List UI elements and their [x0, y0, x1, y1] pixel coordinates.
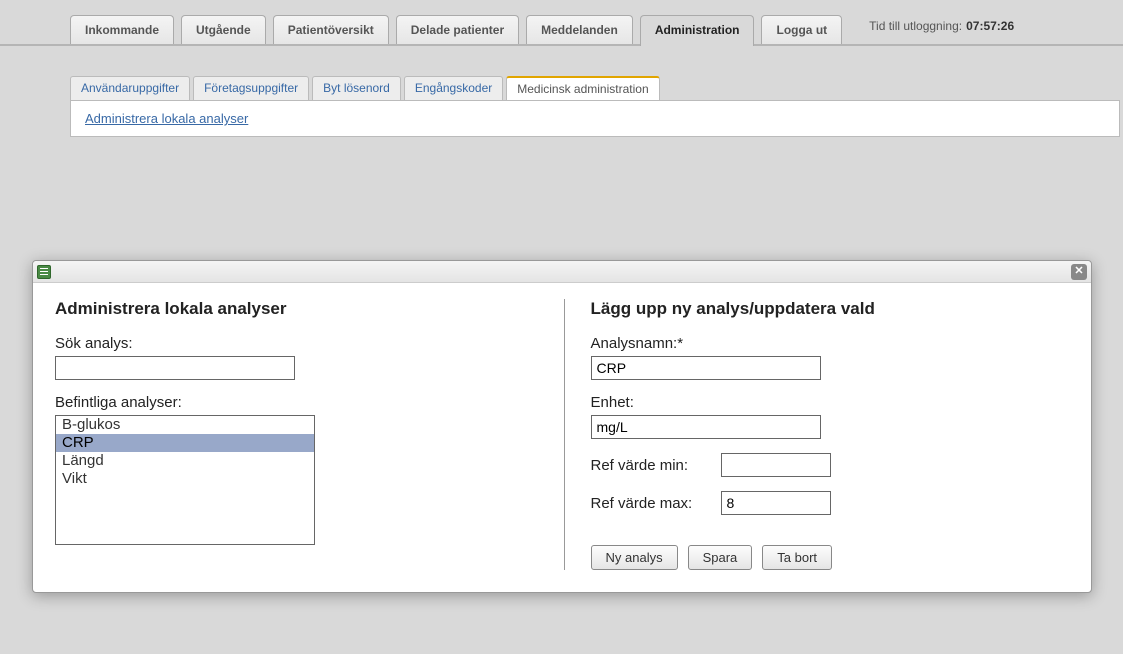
- modal-header: ✕: [33, 261, 1091, 283]
- refmin-label: Ref värde min:: [591, 457, 721, 474]
- tab-utgaende[interactable]: Utgående: [181, 15, 266, 44]
- top-nav: Inkommande Utgående Patientöversikt Dela…: [0, 0, 1123, 46]
- subtab-engangskoder[interactable]: Engångskoder: [404, 76, 503, 100]
- modal-left-panel: Administrera lokala analyser Sök analys:…: [55, 299, 534, 570]
- subtab-medicinsk-administration[interactable]: Medicinsk administration: [506, 76, 659, 100]
- refmin-input[interactable]: [721, 453, 831, 477]
- logout-timer-value: 07:57:26: [966, 19, 1014, 33]
- new-analysis-button[interactable]: Ny analys: [591, 545, 678, 570]
- tab-delade-patienter[interactable]: Delade patienter: [396, 15, 519, 44]
- list-label: Befintliga analyser:: [55, 394, 534, 411]
- tab-inkommande[interactable]: Inkommande: [70, 15, 174, 44]
- modal-right-panel: Lägg upp ny analys/uppdatera vald Analys…: [564, 299, 1070, 570]
- right-title: Lägg upp ny analys/uppdatera vald: [591, 299, 1070, 319]
- refmax-input[interactable]: [721, 491, 831, 515]
- link-administrera-lokala-analyser[interactable]: Administrera lokala analyser: [85, 111, 248, 126]
- close-icon[interactable]: ✕: [1071, 264, 1087, 280]
- name-input[interactable]: [591, 356, 821, 380]
- tab-administration[interactable]: Administration: [640, 15, 755, 46]
- logout-timer-label: Tid till utloggning:: [869, 19, 962, 33]
- list-item[interactable]: CRP: [56, 434, 314, 452]
- unit-input[interactable]: [591, 415, 821, 439]
- tab-logga-ut[interactable]: Logga ut: [761, 15, 842, 44]
- logout-timer: Tid till utloggning: 07:57:26: [869, 14, 1014, 44]
- subtabs-container: Användaruppgifter Företagsuppgifter Byt …: [70, 76, 1120, 137]
- list-item[interactable]: Längd: [56, 452, 314, 470]
- delete-button[interactable]: Ta bort: [762, 545, 832, 570]
- subtab-foretagsuppgifter[interactable]: Företagsuppgifter: [193, 76, 309, 100]
- name-label: Analysnamn:*: [591, 335, 1070, 352]
- modal-body: Administrera lokala analyser Sök analys:…: [33, 283, 1091, 592]
- tab-patientoversikt[interactable]: Patientöversikt: [273, 15, 389, 44]
- subtabs: Användaruppgifter Företagsuppgifter Byt …: [70, 76, 1120, 100]
- subtabs-body: Administrera lokala analyser: [70, 100, 1120, 137]
- subtab-anvandaruppgifter[interactable]: Användaruppgifter: [70, 76, 190, 100]
- modal-administrera-analyser: ✕ Administrera lokala analyser Sök analy…: [32, 260, 1092, 593]
- list-item[interactable]: B-glukos: [56, 416, 314, 434]
- list-item[interactable]: Vikt: [56, 470, 314, 488]
- left-title: Administrera lokala analyser: [55, 299, 534, 319]
- save-button[interactable]: Spara: [688, 545, 753, 570]
- subtab-byt-losenord[interactable]: Byt lösenord: [312, 76, 401, 100]
- button-row: Ny analys Spara Ta bort: [591, 545, 1070, 570]
- unit-label: Enhet:: [591, 394, 1070, 411]
- search-label: Sök analys:: [55, 335, 534, 352]
- tab-meddelanden[interactable]: Meddelanden: [526, 15, 633, 44]
- refmax-label: Ref värde max:: [591, 495, 721, 512]
- search-input[interactable]: [55, 356, 295, 380]
- window-icon: [37, 265, 51, 279]
- analyses-listbox[interactable]: B-glukos CRP Längd Vikt: [55, 415, 315, 545]
